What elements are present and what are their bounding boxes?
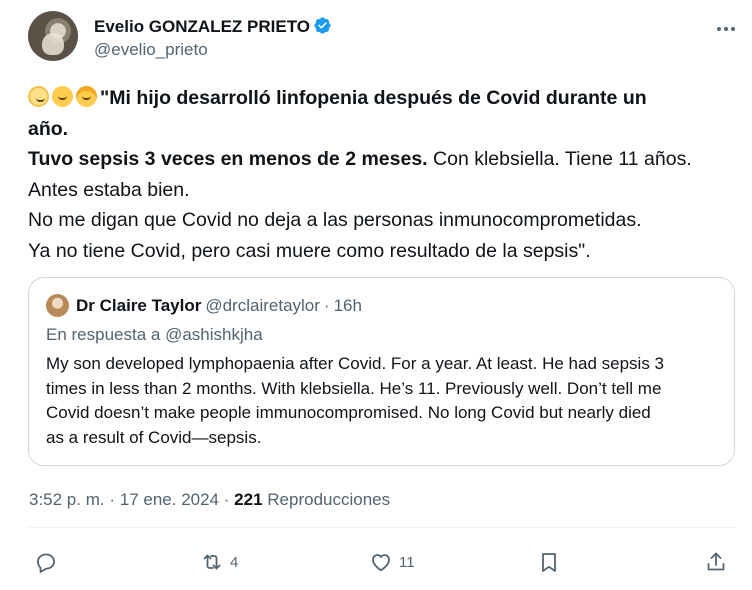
tweet-text: "Mi hijo desarrolló linfopenia después d…: [28, 83, 734, 266]
baby-emoji-icon: [28, 86, 49, 107]
tweet-line-2: año.: [28, 117, 69, 140]
bookmark-icon: [542, 553, 556, 572]
quote-separator: ·: [323, 296, 330, 315]
like-button[interactable]: 11: [369, 544, 415, 580]
tweet-header: Evelio GONZALEZ PRIETO @evelio_prieto: [28, 11, 740, 63]
tweet-date[interactable]: 17 ene. 2024: [120, 490, 219, 509]
quote-body-line: as a result of Covid—sepsis.: [46, 427, 262, 447]
retweet-button[interactable]: 4: [200, 544, 238, 580]
meta-separator: ·: [109, 490, 116, 509]
child-emoji-icon: [52, 86, 73, 107]
action-bar: 4 11: [28, 544, 740, 580]
views-label: Reproducciones: [267, 490, 391, 509]
quote-author-avatar: [46, 294, 69, 317]
tweet-time[interactable]: 3:52 p. m.: [29, 490, 105, 509]
quote-reply-to: En respuesta a @ashishkjha: [46, 325, 263, 344]
tweet-line-3: Tuvo sepsis 3 veces en menos de 2 meses.…: [28, 148, 692, 170]
author-display-name[interactable]: Evelio GONZALEZ PRIETO: [94, 16, 332, 37]
quote-author-handle: @drclairetaylor: [205, 296, 320, 315]
quote-time: 16h: [333, 296, 362, 315]
meta-separator: ·: [223, 490, 230, 509]
divider: [28, 527, 736, 528]
author-avatar[interactable]: [28, 11, 78, 61]
like-count: 11: [399, 553, 415, 571]
heart-icon: [372, 554, 390, 572]
reply-icon: [37, 553, 55, 573]
more-options-icon[interactable]: [712, 17, 740, 41]
quote-body-line: Covid doesn’t make people immunocompromi…: [46, 403, 651, 422]
tweet-line-6: Ya no tiene Covid, pero casi muere como …: [28, 239, 591, 262]
views-count: 221: [234, 490, 263, 509]
girl-emoji-icon: [76, 86, 97, 107]
quote-author-name: Dr Claire Taylor: [76, 296, 202, 315]
tweet-line-5: No me digan que Covid no deja a las pers…: [28, 209, 642, 231]
verified-badge-icon[interactable]: [313, 16, 332, 35]
retweet-count: 4: [230, 553, 239, 571]
tweet-meta: 3:52 p. m. · 17 ene. 2024 · 221 Reproduc…: [29, 490, 390, 510]
quote-body-line: times in less than 2 months. With klebsi…: [46, 378, 662, 398]
share-button[interactable]: [704, 544, 728, 580]
bookmark-button[interactable]: [537, 544, 561, 580]
share-icon: [707, 552, 725, 571]
tweet-line-1: "Mi hijo desarrolló linfopenia después d…: [28, 83, 734, 114]
tweet-line-4: Antes estaba bien.: [28, 178, 190, 201]
quote-body-line: My son developed lymphopaenia after Covi…: [46, 354, 665, 373]
reply-button[interactable]: [34, 544, 64, 580]
author-handle[interactable]: @evelio_prieto: [94, 40, 208, 60]
retweet-icon: [203, 554, 221, 570]
quote-body: My son developed lymphopaenia after Covi…: [46, 352, 726, 450]
quote-author-line: Dr Claire Taylor @drclairetaylor · 16h: [76, 296, 362, 316]
quoted-tweet[interactable]: Dr Claire Taylor @drclairetaylor · 16h En r…: [28, 277, 735, 466]
